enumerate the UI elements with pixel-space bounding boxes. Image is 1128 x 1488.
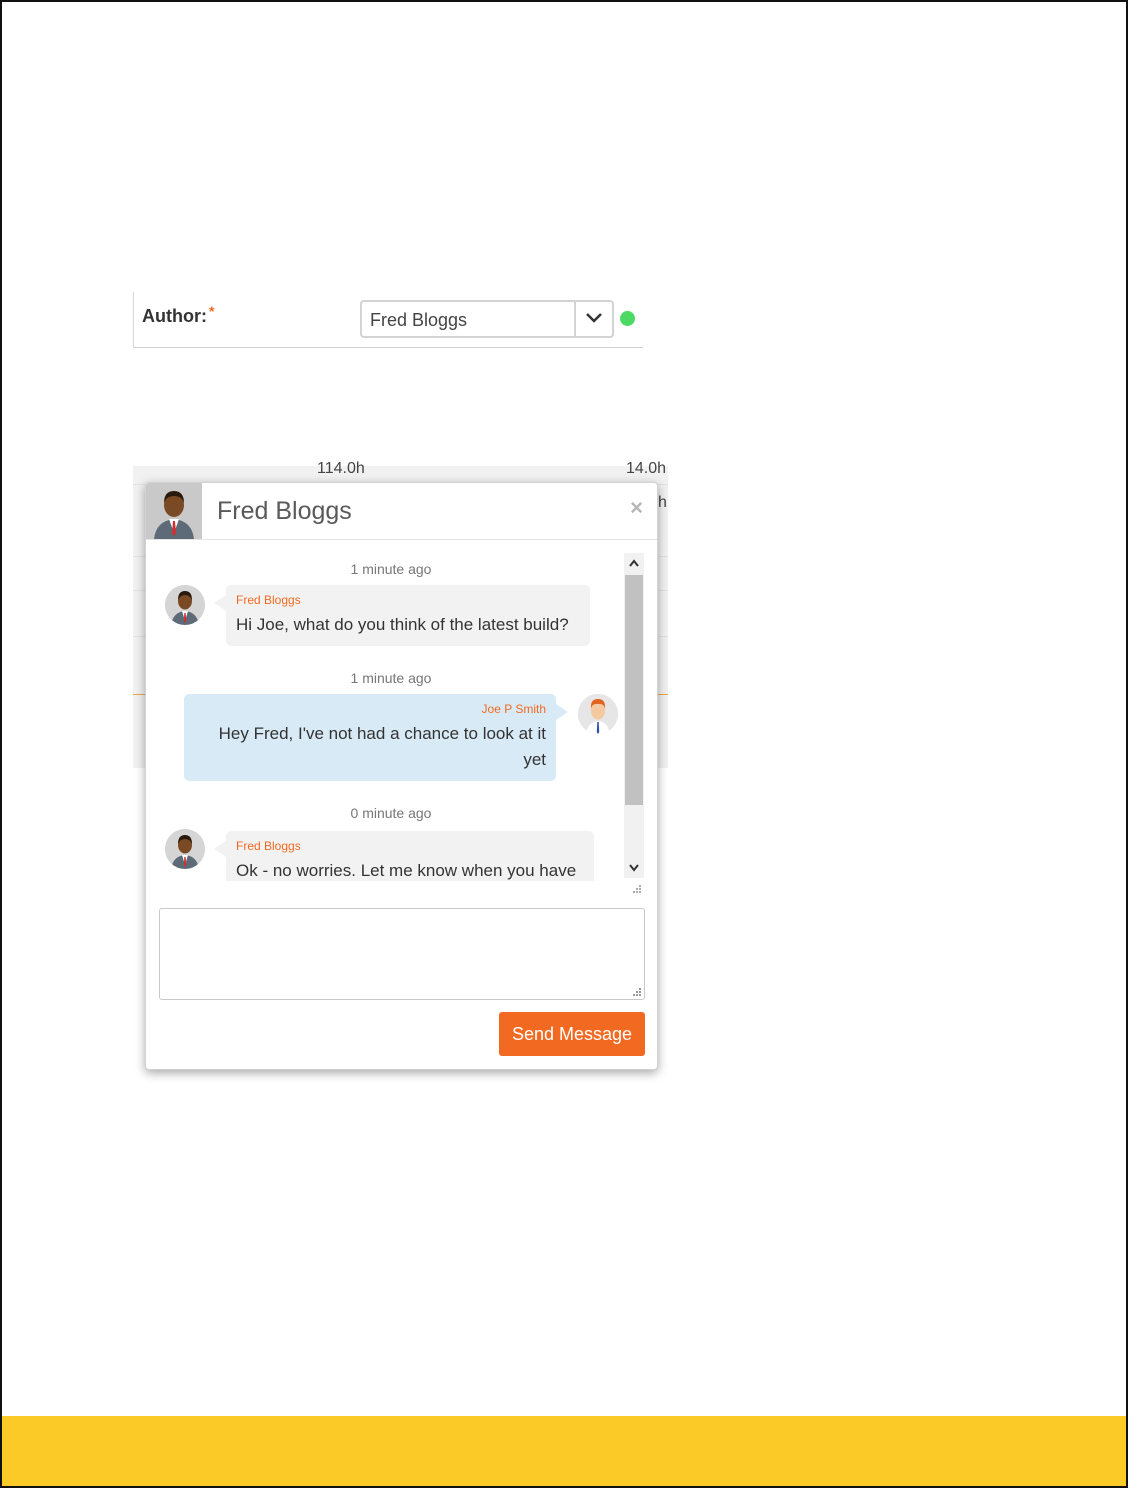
message-bubble: Fred Bloggs Ok - no worries. Let me know… — [214, 831, 594, 881]
man-avatar-icon — [165, 585, 205, 625]
chat-header: Fred Bloggs × — [146, 483, 657, 540]
man-avatar-icon — [578, 694, 618, 734]
author-label: Author: * — [142, 303, 215, 327]
send-message-button[interactable]: Send Message — [499, 1012, 645, 1056]
author-label-text: Author: — [142, 306, 207, 326]
chevron-up-icon — [629, 559, 639, 567]
avatar — [165, 829, 205, 869]
message-sender: Joe P Smith — [481, 702, 546, 716]
message-bubble: Joe P Smith Hey Fred, I've not had a cha… — [184, 694, 568, 781]
online-status-dot — [620, 311, 635, 326]
background-cell-text: h — [658, 494, 667, 511]
author-select-value: Fred Bloggs — [370, 310, 468, 330]
chevron-down-icon — [586, 313, 602, 323]
avatar — [165, 585, 205, 625]
chat-window: Fred Bloggs × 1 minute ago Fred Bloggs H… — [145, 482, 658, 1070]
message-scrollbar[interactable] — [624, 553, 644, 878]
man-avatar-icon — [146, 483, 202, 539]
avatar — [578, 694, 618, 734]
background-cell-text: 114.0h — [317, 460, 365, 477]
man-avatar-icon — [165, 829, 205, 869]
scroll-down-button[interactable] — [624, 858, 644, 878]
scroll-up-button[interactable] — [624, 553, 644, 573]
author-select-toggle[interactable] — [574, 302, 612, 336]
author-field-row: Author: * Fred Bloggs — [133, 292, 643, 348]
chevron-down-icon — [629, 864, 639, 872]
message-timestamp: 1 minute ago — [350, 561, 432, 577]
message-timestamp: 0 minute ago — [350, 805, 432, 821]
message-text: Hi Joe, what do you think of the latest … — [236, 615, 569, 634]
resize-grip-icon[interactable] — [630, 883, 642, 895]
required-mark: * — [208, 303, 215, 319]
message-text: Ok - no worries. Let me know when you ha… — [236, 861, 577, 880]
message-sender: Fred Bloggs — [236, 839, 301, 853]
close-icon[interactable]: × — [630, 495, 643, 521]
avatar — [146, 483, 202, 539]
message-bubble: Fred Bloggs Hi Joe, what do you think of… — [214, 585, 590, 646]
message-timestamp: 1 minute ago — [350, 670, 432, 686]
scroll-thumb[interactable] — [625, 575, 643, 805]
footer-band — [2, 1416, 1126, 1486]
message-list: 1 minute ago Fred Bloggs Hi Joe, what do… — [146, 541, 624, 881]
author-select[interactable]: Fred Bloggs — [360, 300, 614, 338]
resize-grip-icon[interactable] — [630, 986, 642, 998]
background-cell-text: 14.0h — [626, 460, 667, 477]
message-input[interactable] — [159, 908, 645, 1000]
message-sender: Fred Bloggs — [236, 593, 301, 607]
message-text: Hey Fred, I've not had a chance to look … — [218, 724, 546, 769]
chat-title: Fred Bloggs — [217, 497, 352, 525]
